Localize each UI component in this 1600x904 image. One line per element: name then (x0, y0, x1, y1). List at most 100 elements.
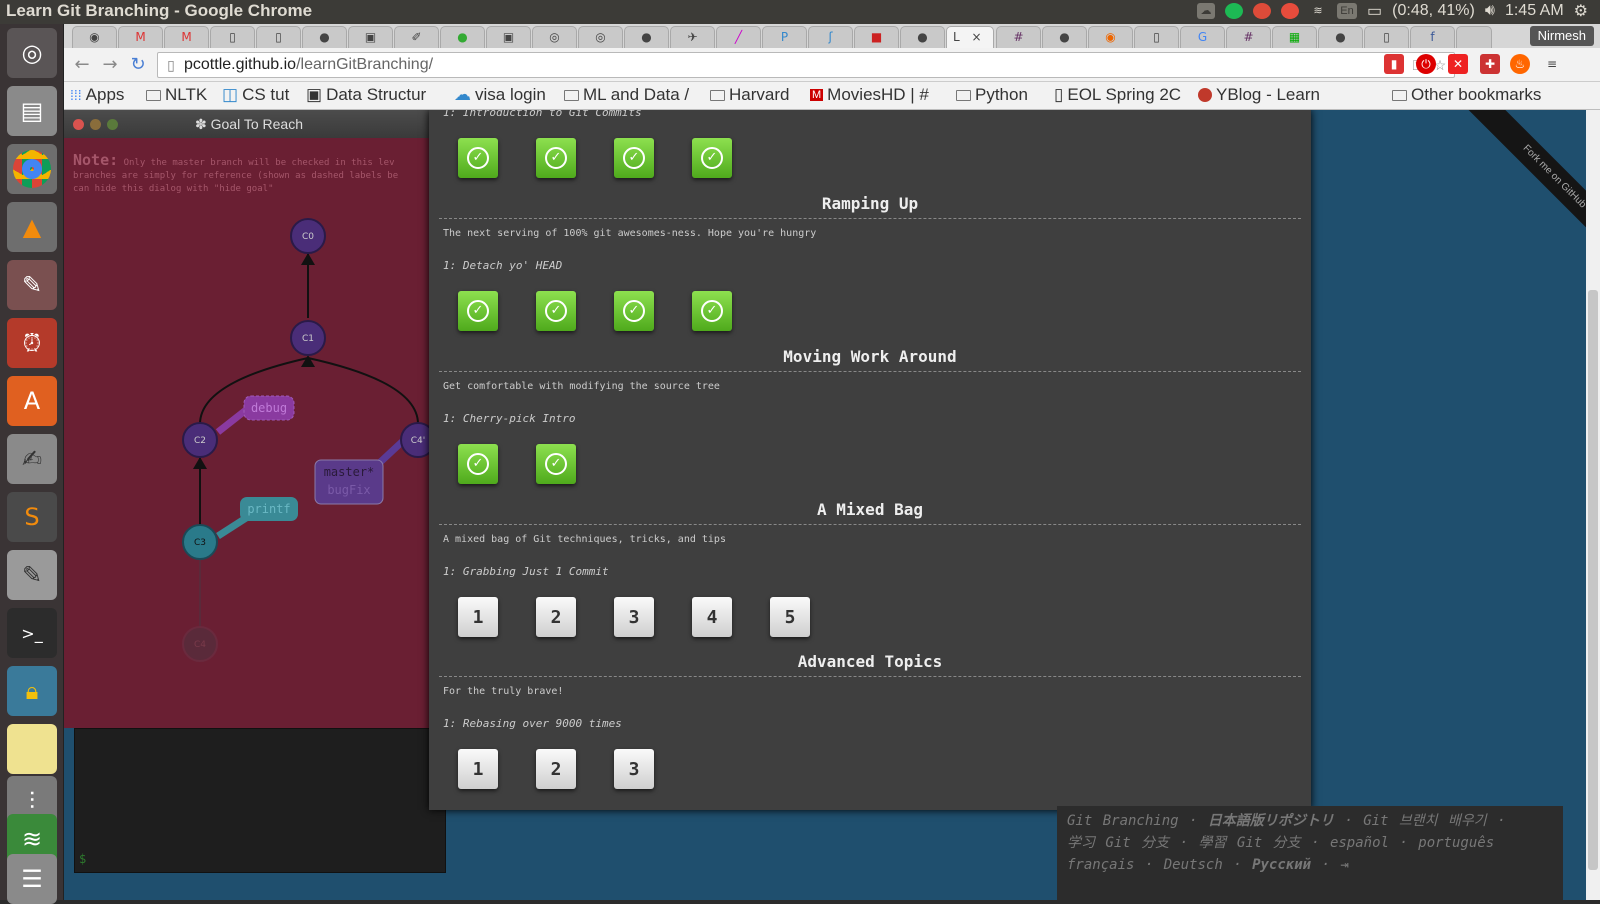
tab-github-3[interactable]: ● (900, 26, 945, 48)
level-button[interactable]: 1 (458, 597, 498, 637)
tab-p[interactable]: P (762, 26, 807, 48)
tab-gmail-1[interactable]: M (118, 26, 163, 48)
reload-button[interactable]: ↻ (126, 54, 150, 76)
alarm-icon[interactable]: ⏰︎ (7, 318, 57, 368)
wifi-icon[interactable]: ≋ (1309, 3, 1327, 19)
level-button[interactable]: ✓ (614, 291, 654, 331)
level-button[interactable]: 3 (614, 597, 654, 637)
spotify-tray-icon[interactable] (1225, 3, 1244, 19)
level-button[interactable]: ✓ (536, 138, 576, 178)
command-terminal[interactable]: $ (74, 728, 446, 873)
scrollbar-thumb[interactable] (1588, 290, 1598, 870)
bookmark-nltk[interactable]: NLTK (146, 85, 207, 105)
bookmark-ml-data[interactable]: ML and Data / (564, 85, 689, 105)
lang-japanese[interactable]: 日本語版リポジトリ (1208, 813, 1334, 829)
level-button[interactable]: 1 (458, 749, 498, 789)
tab-ubuntu[interactable]: ◉ (1088, 26, 1133, 48)
tab-doc-3[interactable]: ▯ (1134, 26, 1179, 48)
lang-german[interactable]: Deutsch (1164, 857, 1223, 873)
cloud-icon[interactable]: ☁ (1197, 3, 1216, 19)
tab-github-5[interactable]: ● (1318, 26, 1363, 48)
level-button[interactable]: ✓ (536, 291, 576, 331)
tab-wordpress[interactable]: ◉ (72, 26, 117, 48)
fork-ribbon[interactable]: Fork me on GitHub (1440, 110, 1600, 250)
tab-github-4[interactable]: ● (1042, 26, 1087, 48)
menu-icon[interactable]: ≡ (1542, 54, 1562, 74)
bookmark-ext-icon[interactable]: ▮ (1384, 54, 1404, 74)
level-button[interactable]: ✓ (458, 444, 498, 484)
tab-circle-2[interactable]: ◎ (578, 26, 623, 48)
gear-icon[interactable]: ⚙ (1574, 1, 1588, 21)
battery-status[interactable]: (0:48, 41%) (1392, 2, 1475, 20)
terminal-icon[interactable]: >_ (7, 608, 57, 658)
exit-icon[interactable]: ⇥ (1340, 857, 1348, 873)
lang-russian[interactable]: Русский (1252, 857, 1311, 873)
bookmark-data-structures[interactable]: ▣ Data Structur (306, 85, 426, 105)
text-editor-icon[interactable]: ✍ (7, 434, 57, 484)
tab-facebook[interactable]: f (1410, 26, 1455, 48)
fork-me-link[interactable]: Fork me on GitHub (1459, 110, 1600, 250)
tab-pen[interactable]: ✐ (394, 26, 439, 48)
apps-bookmark[interactable]: ⁞⁞⁞ Apps (70, 85, 124, 105)
files-icon[interactable]: ▤ (7, 86, 57, 136)
tab-circle-1[interactable]: ◎ (532, 26, 577, 48)
ubuntu-icon[interactable]: ◎ (7, 28, 57, 78)
alarm-tray-icon[interactable] (1281, 3, 1300, 19)
bookmark-movieshd[interactable]: M MoviesHD | # (810, 85, 929, 105)
level-button[interactable]: 4 (692, 597, 732, 637)
tab-red[interactable]: ■ (854, 26, 899, 48)
tab-slash[interactable]: ╱ (716, 26, 761, 48)
other-bookmarks[interactable]: Other bookmarks (1392, 85, 1541, 105)
lang-chinese-simplified[interactable]: 学习 Git 分支 (1067, 835, 1169, 851)
power-ext-icon[interactable]: ⏻ (1416, 54, 1436, 74)
tab-github-1[interactable]: ● (302, 26, 347, 48)
lang-french[interactable]: français (1067, 857, 1134, 873)
tab-learn-git-branching[interactable]: L × (946, 26, 994, 48)
bookmark-visa-login[interactable]: ☁ visa login (454, 85, 546, 105)
level-button[interactable]: 5 (770, 597, 810, 637)
tab-slack-1[interactable]: # (996, 26, 1041, 48)
tab-sheets[interactable]: ▦ (1272, 26, 1317, 48)
page-scrollbar[interactable] (1586, 110, 1600, 900)
tab-plane[interactable]: ✈ (670, 26, 715, 48)
bookmark-harvard[interactable]: Harvard (710, 85, 789, 105)
chrome-tray-icon[interactable] (1253, 3, 1272, 19)
address-bar[interactable]: ▯ pcottle.github.io/learnGitBranching/ ⚿… (157, 52, 1455, 78)
tab-github-2[interactable]: ● (624, 26, 669, 48)
level-button[interactable]: ✓ (536, 444, 576, 484)
back-button[interactable]: ← (70, 54, 94, 76)
level-button[interactable]: ✓ (458, 138, 498, 178)
lang-korean[interactable]: Git 브랜치 배우기 (1363, 813, 1486, 829)
tab-slack-2[interactable]: # (1226, 26, 1271, 48)
sublime-icon[interactable]: S (7, 492, 57, 542)
tab-green[interactable]: ● (440, 26, 485, 48)
disk-icon[interactable]: ☰ (7, 854, 57, 904)
settings-icon[interactable]: ✎ (7, 260, 57, 310)
level-button[interactable]: ✓ (692, 291, 732, 331)
tab-monitor[interactable]: ▣ (486, 26, 531, 48)
tab-google[interactable]: G (1180, 26, 1225, 48)
level-button[interactable]: ✓ (614, 138, 654, 178)
tab-doc-2[interactable]: ▯ (256, 26, 301, 48)
forward-button[interactable]: → (98, 54, 122, 76)
lang-portuguese[interactable]: português (1418, 835, 1494, 851)
vlc-icon[interactable]: ▲ (7, 202, 57, 252)
bookmark-python[interactable]: Python (956, 85, 1028, 105)
lock-icon[interactable]: 🔒︎ (7, 666, 57, 716)
notes-icon[interactable]: ✎ (7, 550, 57, 600)
new-tab-button[interactable] (1456, 26, 1492, 48)
bookmark-yblog[interactable]: YBlog - Learn (1198, 85, 1320, 105)
level-button[interactable]: 2 (536, 749, 576, 789)
close-tab-icon[interactable]: × (972, 30, 982, 44)
tab-doc-1[interactable]: ▯ (210, 26, 255, 48)
lang-chinese-traditional[interactable]: 學習 Git 分支 (1198, 835, 1300, 851)
lang-spanish[interactable]: español (1330, 835, 1389, 851)
lang-git-branching[interactable]: Git Branching (1067, 813, 1179, 829)
extension-badge-icon[interactable]: ✕ (1448, 54, 1468, 74)
volume-icon[interactable]: 🔊︎ (1485, 2, 1495, 20)
keyboard-layout-icon[interactable]: En (1337, 3, 1358, 19)
tab-gmail-2[interactable]: M (164, 26, 209, 48)
clock[interactable]: 1:45 AM (1505, 2, 1564, 20)
profile-button[interactable]: Nirmesh (1529, 26, 1594, 46)
goal-dialog[interactable]: ✽ Goal To Reach Note: Only the master br… (64, 110, 434, 728)
